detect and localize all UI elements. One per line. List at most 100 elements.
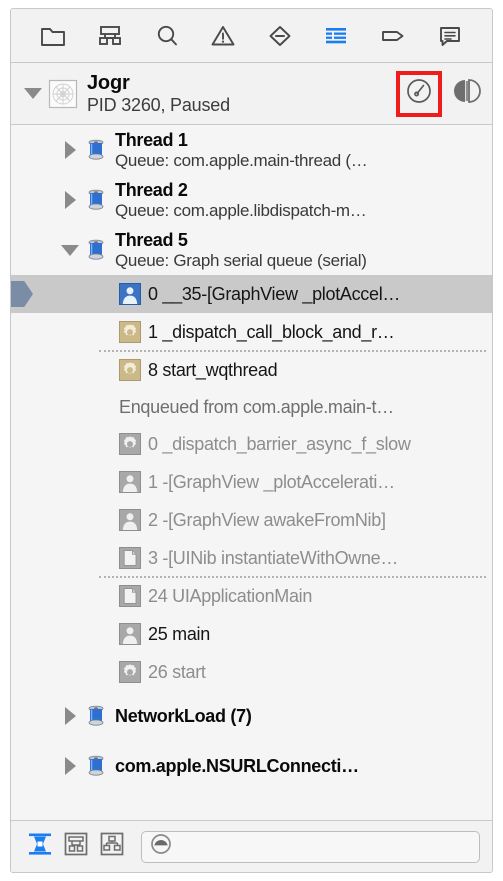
scope-button-queues[interactable] xyxy=(97,832,127,862)
thread-info-nsurlconnection: com.apple.NSURLConnecti… xyxy=(115,756,359,777)
stack-frame-label: 0 _dispatch_barrier_async_f_slow xyxy=(148,433,411,454)
gauge-icon xyxy=(405,77,433,110)
chevron-right-icon xyxy=(64,141,76,159)
stack-frame-label: 3 -[UINib instantiateWithOwne… xyxy=(148,547,399,568)
view-split-button[interactable] xyxy=(450,77,484,111)
debug-navigator-window: Jogr PID 3260, Paused Thread 1 Queue: co… xyxy=(0,0,503,881)
stack-frame-row[interactable]: 2 -[GraphView awakeFromNib] xyxy=(11,501,492,539)
stack-frame-row[interactable]: 0 __35-[GraphView _plotAccel… xyxy=(11,275,492,313)
chevron-down-icon xyxy=(24,88,42,99)
thread-disclosure-1[interactable] xyxy=(57,141,83,159)
thread-spool-icon xyxy=(83,187,109,213)
folder-icon xyxy=(40,24,66,48)
debug-thread-list[interactable]: Thread 1 Queue: com.apple.main-thread (… xyxy=(11,125,492,820)
tab-issue-navigator[interactable] xyxy=(203,17,243,55)
thread-row-2[interactable]: Thread 2 Queue: com.apple.libdispatch-m… xyxy=(11,175,492,225)
user-frame-icon-gray xyxy=(119,509,141,531)
navigator-panel: Jogr PID 3260, Paused Thread 1 Queue: co… xyxy=(10,8,493,873)
stack-frame-label: 8 start_wqthread xyxy=(148,359,278,380)
stack-frame-label: 24 UIApplicationMain xyxy=(148,585,313,606)
thread-spool-icon xyxy=(83,237,109,263)
hierarchy-icon xyxy=(97,24,123,48)
process-header-actions xyxy=(396,70,484,117)
thread-title: Thread 1 xyxy=(115,130,188,151)
process-status: PID 3260, Paused xyxy=(87,94,230,115)
tab-test-navigator[interactable] xyxy=(260,17,300,55)
thread-spool-icon xyxy=(83,703,109,729)
thread-row-networkload[interactable]: NetworkLoad (7) xyxy=(11,691,492,741)
user-frame-icon-blue xyxy=(119,283,141,305)
stack-frame-row[interactable]: 1 -[GraphView _plotAccelerati… xyxy=(11,463,492,501)
tab-symbol-navigator[interactable] xyxy=(90,17,130,55)
stack-frame-label: 0 __35-[GraphView _plotAccel… xyxy=(148,283,401,304)
thread-title: Thread 2 xyxy=(115,180,188,201)
chevron-right-icon xyxy=(64,707,76,725)
thread-title: com.apple.NSURLConnecti… xyxy=(115,755,359,776)
thread-queue: Queue: com.apple.libdispatch-m… xyxy=(115,200,367,220)
scope-button-threads[interactable] xyxy=(61,832,91,862)
thread-disclosure-networkload[interactable] xyxy=(57,707,83,725)
thread-row-nsurlconnection[interactable]: com.apple.NSURLConnecti… xyxy=(11,741,492,791)
filter-input[interactable] xyxy=(178,837,471,856)
view-threads-icon xyxy=(63,831,89,862)
process-disclosure-triangle[interactable] xyxy=(21,82,45,106)
user-frame-icon-gray xyxy=(119,623,141,645)
tag-icon xyxy=(380,24,406,48)
user-frame-icon-gray xyxy=(119,471,141,493)
detail-level-icon[interactable] xyxy=(150,833,172,860)
view-process-icon xyxy=(27,831,53,862)
tab-report-navigator[interactable] xyxy=(430,17,470,55)
stack-frame-row[interactable]: 24 UIApplicationMain xyxy=(11,576,492,615)
gear-frame-icon-gray xyxy=(119,661,141,683)
thread-queue: Queue: Graph serial queue (serial) xyxy=(115,250,367,270)
stack-frame-row[interactable]: 25 main xyxy=(11,615,492,653)
tab-breakpoint-navigator[interactable] xyxy=(373,17,413,55)
stack-frame-row[interactable]: 3 -[UINib instantiateWithOwne… xyxy=(11,539,492,577)
process-header-row[interactable]: Jogr PID 3260, Paused xyxy=(11,63,492,125)
thread-title: NetworkLoad (7) xyxy=(115,705,252,726)
stack-frame-row[interactable]: 26 start xyxy=(11,653,492,691)
filter-field[interactable] xyxy=(141,830,480,863)
tab-find-navigator[interactable] xyxy=(147,17,187,55)
gear-frame-icon-gray xyxy=(119,433,141,455)
chevron-right-icon xyxy=(64,757,76,775)
thread-info-5: Thread 5 Queue: Graph serial queue (seri… xyxy=(115,230,367,270)
view-queues-icon xyxy=(99,831,125,862)
program-counter-marker-icon xyxy=(11,281,33,307)
stack-frame-label: 26 start xyxy=(148,661,206,682)
stack-frame-label: 2 -[GraphView awakeFromNib] xyxy=(148,509,386,530)
process-name: Jogr xyxy=(87,72,130,95)
thread-info-1: Thread 1 Queue: com.apple.main-thread (… xyxy=(115,130,367,170)
chevron-right-icon xyxy=(64,191,76,209)
thread-info-2: Thread 2 Queue: com.apple.libdispatch-m… xyxy=(115,180,367,220)
gauge-button-highlight xyxy=(396,70,442,117)
gear-frame-icon-tan xyxy=(119,359,141,381)
process-gauges-button[interactable] xyxy=(402,77,436,111)
thread-queue: Queue: com.apple.main-thread (… xyxy=(115,150,368,170)
thread-row-5[interactable]: Thread 5 Queue: Graph serial queue (seri… xyxy=(11,225,492,275)
warning-triangle-icon xyxy=(210,24,236,48)
stack-frame-row[interactable]: 8 start_wqthread xyxy=(11,350,492,389)
thread-row-1[interactable]: Thread 1 Queue: com.apple.main-thread (… xyxy=(11,125,492,175)
thread-disclosure-2[interactable] xyxy=(57,191,83,209)
stack-frame-row[interactable]: 1 _dispatch_call_block_and_r… xyxy=(11,313,492,351)
scope-button-process[interactable] xyxy=(25,832,55,862)
gear-frame-icon-tan xyxy=(119,321,141,343)
thread-spool-icon xyxy=(83,753,109,779)
thread-disclosure-nsurlconnection[interactable] xyxy=(57,757,83,775)
stack-frame-row[interactable]: 0 _dispatch_barrier_async_f_slow xyxy=(11,425,492,463)
tab-debug-navigator[interactable] xyxy=(316,17,356,55)
test-diamond-icon xyxy=(267,24,293,48)
stack-frame-label: 25 main xyxy=(148,623,210,644)
stack-frame-separator xyxy=(99,350,486,352)
speech-bubble-icon xyxy=(437,24,463,48)
thread-spool-icon xyxy=(83,137,109,163)
thread-disclosure-5[interactable] xyxy=(57,244,83,256)
tab-project-navigator[interactable] xyxy=(33,17,73,55)
thread-info-networkload: NetworkLoad (7) xyxy=(115,706,252,727)
navigator-selector-toolbar xyxy=(11,9,492,63)
stack-frame-label: 1 _dispatch_call_block_and_r… xyxy=(148,321,395,342)
doc-frame-icon-gray xyxy=(119,585,141,607)
thread-title: Thread 5 xyxy=(115,230,188,251)
view-split-icon xyxy=(452,76,482,111)
